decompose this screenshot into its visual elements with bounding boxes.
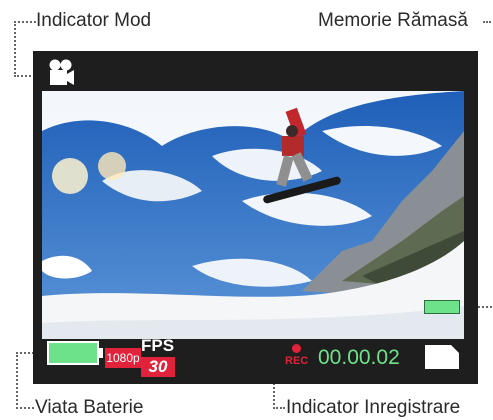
battery-leader-line-end (16, 407, 34, 409)
fps-label: FPS (141, 336, 175, 355)
video-preview (42, 91, 464, 339)
recording-timer: 00.00.02 (318, 346, 400, 369)
resolution-badge: 1080p (105, 348, 141, 368)
fps-value: 30 (141, 357, 175, 377)
battery-life-callout: Viata Baterie (35, 397, 144, 418)
rec-label: REC (285, 355, 309, 367)
video-camera-icon (49, 59, 74, 85)
memory-card-icon (425, 345, 459, 369)
mode-indicator-callout: Indicator Mod (36, 10, 152, 31)
memory-remaining-callout: Memorie Rămasă (318, 10, 468, 31)
battery-icon (47, 341, 99, 365)
memory-leader-line (483, 21, 491, 23)
memory-remaining-bar (424, 300, 460, 314)
rec-leader-line-end (273, 407, 285, 409)
recording-indicator-callout: Indicator Inregistrare (286, 397, 461, 418)
battery-terminal (99, 348, 103, 358)
recording-dot-icon (292, 344, 301, 353)
